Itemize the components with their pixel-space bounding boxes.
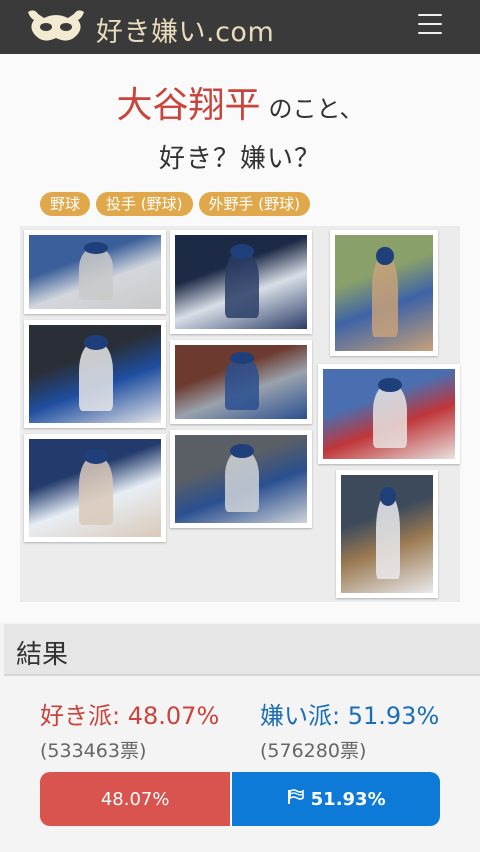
player-figure [372,255,398,338]
gallery-photo[interactable] [170,230,312,334]
gallery-photo[interactable] [24,320,166,428]
mask-icon[interactable] [24,6,88,46]
like-bar-segment: 48.07% [40,772,233,826]
tag-baseball[interactable]: 野球 [40,192,91,216]
player-cap [379,486,397,506]
gallery-photo[interactable] [24,434,166,542]
like-label: 好き派: [40,702,121,730]
tag-list: 野球 投手 (野球) 外野手 (野球) [40,192,310,216]
like-bar-text: 48.07% [100,788,170,810]
dislike-votes: (576280票) [260,740,367,762]
vote-ratio-bar: 48.07% 51.93% [40,772,440,826]
site-logo-text[interactable]: 好き嫌い.com [96,10,274,49]
player-figure [79,456,114,526]
dislike-percent: 51.93% [347,702,440,730]
gallery-photo[interactable] [170,340,312,424]
flag-icon [287,788,305,810]
gallery-photo[interactable] [170,430,312,528]
like-result: 好き派: 48.07% [40,696,219,731]
dislike-bar-text: 51.93% [310,788,386,810]
gallery-photo[interactable] [336,470,438,598]
hamburger-menu-icon[interactable] [418,14,442,38]
tag-outfielder[interactable]: 外野手 (野球) [198,192,310,216]
gallery-photo[interactable] [318,364,460,464]
gallery-photo[interactable] [24,230,166,314]
dislike-bar-segment: 51.93% [232,772,440,826]
dislike-label: 嫌い派: [260,702,341,730]
tag-pitcher[interactable]: 投手 (野球) [96,192,193,216]
topic-suffix: のこと、 [268,95,364,123]
player-cap [230,443,255,458]
player-figure [225,450,260,513]
dislike-result: 嫌い派: 51.93% [260,696,439,731]
player-figure [225,251,260,318]
player-cap [376,246,394,266]
player-figure [373,385,408,449]
player-figure [79,342,114,412]
gallery-photo[interactable] [330,230,438,356]
player-figure [79,248,114,301]
page-title: 大谷翔平 のこと、 [0,76,480,128]
player-figure [225,358,260,411]
result-heading: 結果 [16,640,69,670]
question-text: 好き？嫌い？ [158,144,321,174]
like-votes: (533463票) [40,740,147,762]
topic-name[interactable]: 大谷翔平 [116,85,260,126]
like-percent: 48.07% [127,702,220,730]
photo-gallery [20,226,460,602]
top-navbar: 好き嫌い.com [0,0,480,54]
result-heading-bar: 結果 [4,624,480,676]
player-figure [375,496,400,579]
